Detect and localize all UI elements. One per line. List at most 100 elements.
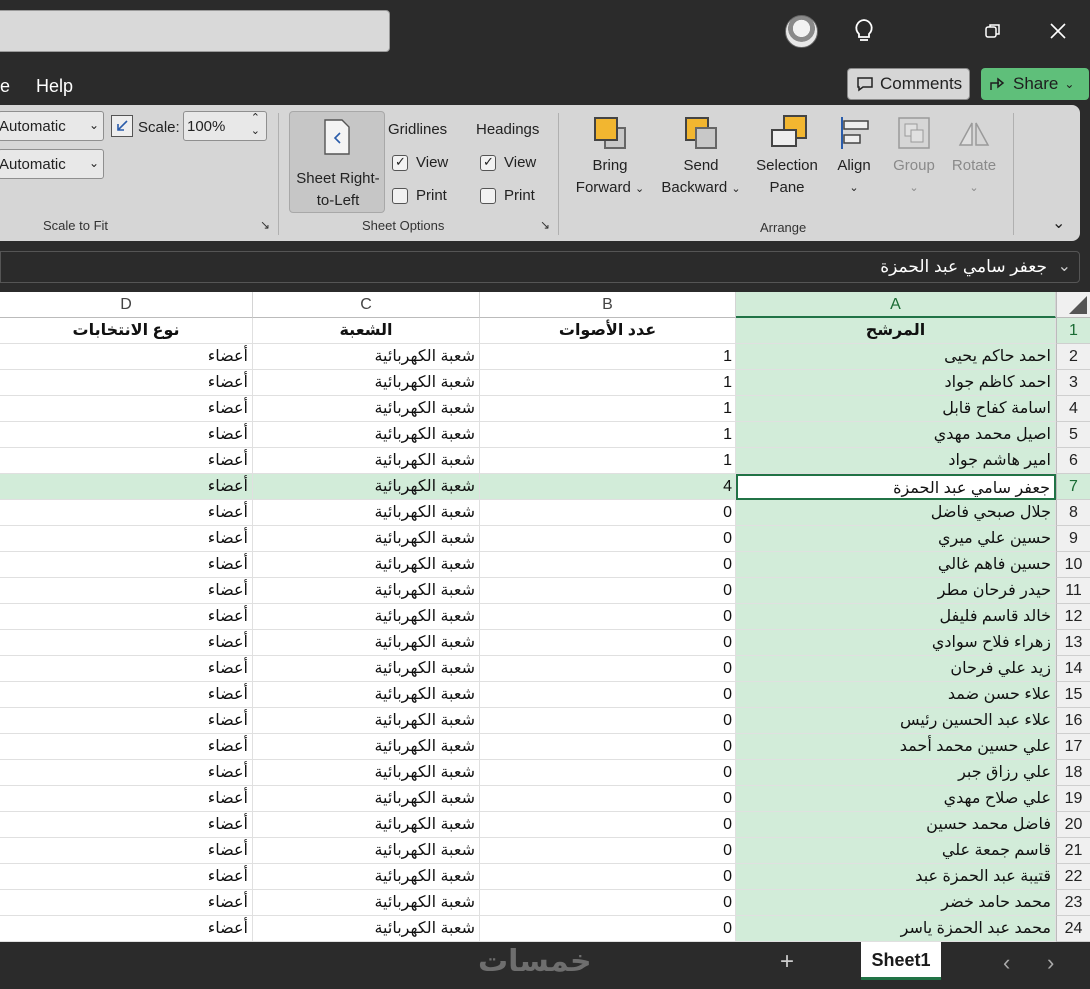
row-header-2[interactable]: 2 xyxy=(1056,344,1090,370)
select-all-corner[interactable] xyxy=(1056,292,1090,318)
cell-d18[interactable]: أعضاء xyxy=(0,760,253,786)
share-button[interactable]: Share ⌄ xyxy=(981,68,1089,100)
send-backward-button[interactable]: Send Backward ⌄ xyxy=(658,115,744,200)
cell-b16[interactable]: 0 xyxy=(480,708,736,734)
selection-pane-button[interactable]: Selection Pane xyxy=(752,115,822,199)
cell-a7[interactable]: جعفر سامي عبد الحمزة xyxy=(736,474,1056,500)
cell-c19[interactable]: شعبة الكهربائية xyxy=(253,786,480,812)
cell-c13[interactable]: شعبة الكهربائية xyxy=(253,630,480,656)
cell-d7[interactable]: أعضاء xyxy=(0,474,253,500)
cell-c1[interactable]: الشعبة xyxy=(253,318,480,344)
cell-c20[interactable]: شعبة الكهربائية xyxy=(253,812,480,838)
cell-b6[interactable]: 1 xyxy=(480,448,736,474)
row-header-19[interactable]: 19 xyxy=(1056,786,1090,812)
cell-a21[interactable]: قاسم جمعة علي xyxy=(736,838,1056,864)
cell-d10[interactable]: أعضاء xyxy=(0,552,253,578)
row-header-22[interactable]: 22 xyxy=(1056,864,1090,890)
row-header-13[interactable]: 13 xyxy=(1056,630,1090,656)
cell-d16[interactable]: أعضاء xyxy=(0,708,253,734)
row-header-12[interactable]: 12 xyxy=(1056,604,1090,630)
cell-d21[interactable]: أعضاء xyxy=(0,838,253,864)
cell-b14[interactable]: 0 xyxy=(480,656,736,682)
cell-b11[interactable]: 0 xyxy=(480,578,736,604)
spinner-arrows-icon[interactable]: ⌃ ⌄ xyxy=(251,112,260,138)
cell-b1[interactable]: عدد الأصوات xyxy=(480,318,736,344)
row-header-23[interactable]: 23 xyxy=(1056,890,1090,916)
gridlines-view-checkbox[interactable]: View xyxy=(392,154,448,171)
cell-d19[interactable]: أعضاء xyxy=(0,786,253,812)
bring-forward-button[interactable]: Bring Forward ⌄ xyxy=(572,115,648,200)
row-header-3[interactable]: 3 xyxy=(1056,370,1090,396)
cell-b22[interactable]: 0 xyxy=(480,864,736,890)
row-header-7[interactable]: 7 xyxy=(1056,474,1090,500)
cell-d20[interactable]: أعضاء xyxy=(0,812,253,838)
cell-a20[interactable]: فاضل محمد حسين xyxy=(736,812,1056,838)
cell-c9[interactable]: شعبة الكهربائية xyxy=(253,526,480,552)
cell-d12[interactable]: أعضاء xyxy=(0,604,253,630)
cell-d24[interactable]: أعضاء xyxy=(0,916,253,942)
cell-a6[interactable]: امير هاشم جواد xyxy=(736,448,1056,474)
search-box[interactable] xyxy=(0,10,390,52)
row-header-21[interactable]: 21 xyxy=(1056,838,1090,864)
row-header-14[interactable]: 14 xyxy=(1056,656,1090,682)
scale-spinner[interactable]: 100% ⌃ ⌄ xyxy=(183,111,267,141)
ribbon-collapse-icon[interactable]: ⌄ xyxy=(1052,213,1065,233)
row-header-10[interactable]: 10 xyxy=(1056,552,1090,578)
headings-print-checkbox[interactable]: Print xyxy=(480,187,535,204)
cell-d8[interactable]: أعضاء xyxy=(0,500,253,526)
row-header-17[interactable]: 17 xyxy=(1056,734,1090,760)
height-select[interactable]: Automatic ⌄ xyxy=(0,149,104,179)
cell-c17[interactable]: شعبة الكهربائية xyxy=(253,734,480,760)
cell-a13[interactable]: زهراء فلاح سوادي xyxy=(736,630,1056,656)
cell-a24[interactable]: محمد عبد الحمزة ياسر xyxy=(736,916,1056,942)
column-header-a[interactable]: A xyxy=(736,292,1056,318)
close-icon[interactable] xyxy=(1043,16,1073,46)
cell-c15[interactable]: شعبة الكهربائية xyxy=(253,682,480,708)
cell-d5[interactable]: أعضاء xyxy=(0,422,253,448)
cell-a2[interactable]: احمد حاكم يحيى xyxy=(736,344,1056,370)
cell-a16[interactable]: علاء عبد الحسين رئيس xyxy=(736,708,1056,734)
cell-d14[interactable]: أعضاء xyxy=(0,656,253,682)
cell-d15[interactable]: أعضاء xyxy=(0,682,253,708)
sheet-right-to-left-button[interactable]: Sheet Right- to-Left xyxy=(289,111,385,213)
sheet-tab-sheet1[interactable]: Sheet1 xyxy=(861,942,941,980)
cell-d6[interactable]: أعضاء xyxy=(0,448,253,474)
cell-c2[interactable]: شعبة الكهربائية xyxy=(253,344,480,370)
cell-a19[interactable]: علي صلاح مهدي xyxy=(736,786,1056,812)
cell-d4[interactable]: أعضاء xyxy=(0,396,253,422)
cell-d23[interactable]: أعضاء xyxy=(0,890,253,916)
cell-b10[interactable]: 0 xyxy=(480,552,736,578)
cell-a5[interactable]: اصيل محمد مهدي xyxy=(736,422,1056,448)
cell-c22[interactable]: شعبة الكهربائية xyxy=(253,864,480,890)
menu-item-partial[interactable]: e xyxy=(0,76,10,97)
cell-b12[interactable]: 0 xyxy=(480,604,736,630)
row-header-11[interactable]: 11 xyxy=(1056,578,1090,604)
cell-a18[interactable]: علي رزاق جبر xyxy=(736,760,1056,786)
group-button[interactable]: Group ⌄ xyxy=(888,115,940,199)
row-header-15[interactable]: 15 xyxy=(1056,682,1090,708)
align-button[interactable]: Align ⌄ xyxy=(830,115,878,199)
dialog-launcher-icon[interactable]: ↘ xyxy=(540,218,550,232)
cell-c21[interactable]: شعبة الكهربائية xyxy=(253,838,480,864)
cell-a15[interactable]: علاء حسن ضمد xyxy=(736,682,1056,708)
spreadsheet-grid[interactable]: D C B A نوع الانتخابات الشعبة عدد الأصوا… xyxy=(0,292,1090,942)
cell-b20[interactable]: 0 xyxy=(480,812,736,838)
cell-b7[interactable]: 4 xyxy=(480,474,736,500)
cell-c12[interactable]: شعبة الكهربائية xyxy=(253,604,480,630)
chevron-left-icon[interactable]: ‹ xyxy=(1003,950,1010,976)
cell-b19[interactable]: 0 xyxy=(480,786,736,812)
formula-bar[interactable]: جعفر سامي عبد الحمزة ⌄ xyxy=(0,251,1080,283)
cell-a12[interactable]: خالد قاسم فليفل xyxy=(736,604,1056,630)
cell-d9[interactable]: أعضاء xyxy=(0,526,253,552)
cell-c6[interactable]: شعبة الكهربائية xyxy=(253,448,480,474)
row-header-20[interactable]: 20 xyxy=(1056,812,1090,838)
cell-a10[interactable]: حسين فاهم غالي xyxy=(736,552,1056,578)
cell-c5[interactable]: شعبة الكهربائية xyxy=(253,422,480,448)
cell-c16[interactable]: شعبة الكهربائية xyxy=(253,708,480,734)
cell-d2[interactable]: أعضاء xyxy=(0,344,253,370)
cell-d22[interactable]: أعضاء xyxy=(0,864,253,890)
menu-item-help[interactable]: Help xyxy=(36,76,73,97)
cell-d17[interactable]: أعضاء xyxy=(0,734,253,760)
cell-c18[interactable]: شعبة الكهربائية xyxy=(253,760,480,786)
cell-c7[interactable]: شعبة الكهربائية xyxy=(253,474,480,500)
